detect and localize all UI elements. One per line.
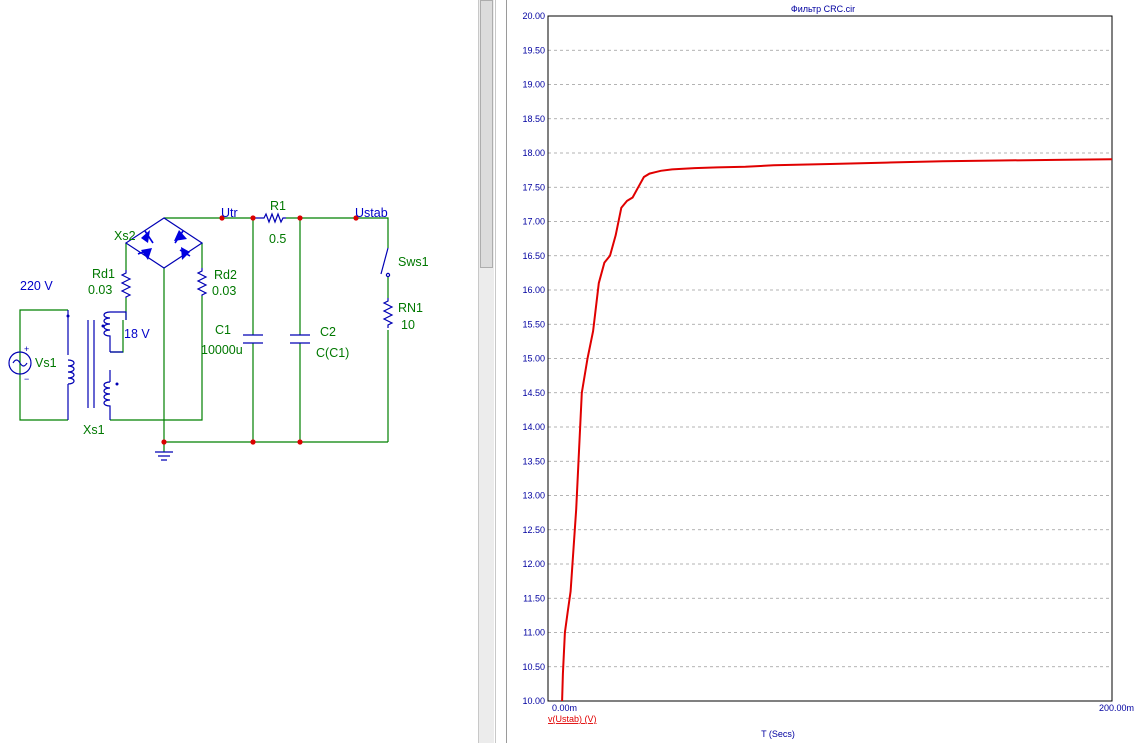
transformer-secondary-upper[interactable] [103,311,111,352]
label-rd2-name: Rd2 [214,268,237,282]
capacitor-c2[interactable] [290,334,310,344]
transformer-secondary-lower[interactable] [103,381,111,420]
transformer-core [87,320,95,408]
trace-v-ustab[interactable] [561,158,1113,702]
y-tick-label-3: 11.50 [523,593,545,603]
label-rn1-value: 10 [401,318,415,332]
y-tick-label-15: 17.50 [522,182,545,192]
label-source-voltage: 220 V [20,279,53,293]
y-tick-label-8: 14.00 [522,422,545,432]
plot-grid [548,49,1112,668]
y-tick-label-9: 14.50 [522,388,545,398]
x-tick-label-1: 200.00m [1099,703,1134,713]
label-sws1: Sws1 [398,255,429,269]
y-axis-ticks: 10.00 10.50 11.00 11.50 12.00 12.50 13.00 13.50… [522,11,545,706]
label-rd2-value: 0.03 [212,284,236,298]
switch-sws1[interactable] [380,247,389,275]
trace-legend-label[interactable]: v(Ustab) (V) [548,714,597,724]
x-axis-label: T (Secs) [761,729,795,739]
label-r1-name: R1 [270,199,286,213]
label-r1-value: 0.5 [269,232,286,246]
label-rd1-name: Rd1 [92,267,115,281]
y-tick-label-5: 12.50 [522,525,545,535]
y-tick-label-14: 17.00 [522,217,545,227]
label-xs2: Xs2 [114,229,136,243]
bridge-outline [124,217,204,269]
label-c1-value: 10000u [201,343,243,357]
scrollbar-thumb[interactable] [480,0,493,268]
label-vs1: Vs1 [35,356,57,370]
y-tick-label-6: 13.00 [522,491,545,501]
label-c1-name: C1 [215,323,231,337]
resistor-r1[interactable] [253,212,286,224]
source-plus-sign: + [24,344,29,354]
capacitor-c1[interactable] [243,334,263,344]
resistor-rd1[interactable] [120,270,132,298]
transformer-primary[interactable] [67,310,75,420]
y-tick-label-10: 15.00 [522,354,545,364]
panel-splitter[interactable] [495,0,507,743]
label-c2-value: C(C1) [316,346,349,360]
plot-panel[interactable]: Фильтр CRC.cir 10.00 10.50 11.00 11.50 12.00… [508,0,1137,743]
label-xs1: Xs1 [83,423,105,437]
label-rn1-name: RN1 [398,301,423,315]
y-tick-label-1: 10.50 [522,662,545,672]
y-tick-label-4: 12.00 [522,559,545,569]
y-tick-label-16: 18.00 [522,148,545,158]
vertical-scrollbar[interactable] [478,0,494,743]
y-tick-label-17: 18.50 [522,114,545,124]
y-tick-label-2: 11.00 [523,628,545,638]
diode-bridge[interactable] [141,230,190,260]
label-c2-name: C2 [320,325,336,339]
resistor-rd2[interactable] [196,268,208,296]
wire-bottom [163,441,388,452]
y-tick-label-7: 13.50 [522,456,545,466]
source-minus-sign: − [24,374,29,384]
y-tick-label-19: 19.50 [522,45,545,55]
label-rd1-value: 0.03 [88,283,112,297]
y-tick-label-0: 10.00 [522,696,545,706]
y-tick-label-20: 20.00 [522,11,545,21]
y-tick-label-11: 15.50 [522,319,545,329]
plot-title: Фильтр CRC.cir [791,4,855,14]
y-tick-label-13: 16.50 [522,251,545,261]
schematic-canvas[interactable]: Utr R1 0.5 Ustab Xs2 Sws1 Rd1 0.03 Rd2 0… [0,0,478,743]
x-tick-label-0: 0.00m [552,703,577,713]
ground-symbol [155,451,173,461]
y-tick-label-12: 16.00 [522,285,545,295]
net-label-utr: Utr [221,206,238,220]
label-secondary-voltage: 18 V [124,327,150,341]
y-tick-label-18: 19.00 [522,80,545,90]
resistor-rn1[interactable] [382,298,394,328]
net-label-ustab: Ustab [355,206,388,220]
